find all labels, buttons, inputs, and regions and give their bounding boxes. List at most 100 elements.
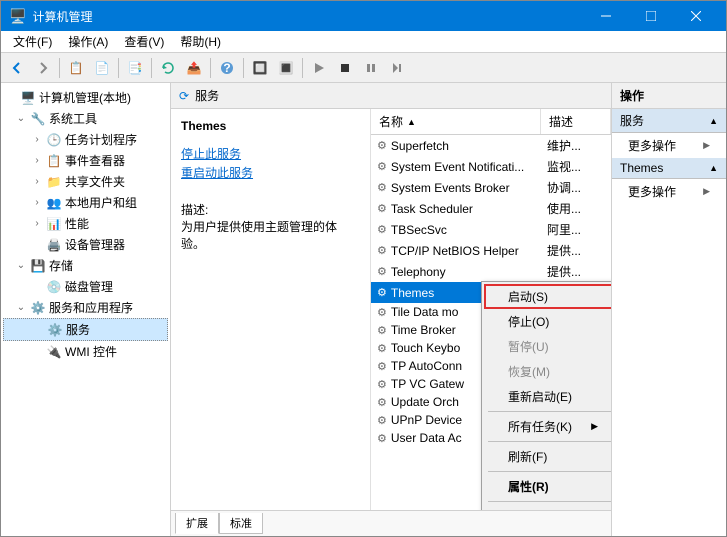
storage-icon: 💾 xyxy=(30,258,46,274)
context-stop[interactable]: 停止(O) xyxy=(484,309,611,334)
menu-help[interactable]: 帮助(H) xyxy=(172,31,229,52)
service-row[interactable]: ⚙TCP/IP NetBIOS Helper提供... xyxy=(371,240,611,261)
service-name-label: Tile Data mo xyxy=(391,305,459,319)
tree-shared-folders[interactable]: ›📁共享文件夹 xyxy=(3,171,168,192)
gear-icon: ⚙ xyxy=(377,360,387,373)
service-name-label: System Event Notificati... xyxy=(391,160,524,174)
filter2-button[interactable]: 🔳 xyxy=(274,56,298,80)
action-section-themes[interactable]: Themes▲ xyxy=(612,158,726,179)
help-button[interactable]: ? xyxy=(215,56,239,80)
chevron-right-icon: ▶ xyxy=(703,186,710,197)
gear-icon: ⚙ xyxy=(377,396,387,409)
column-name[interactable]: 名称▲ xyxy=(371,109,541,134)
service-row[interactable]: ⚙TBSecSvc阿里... xyxy=(371,219,611,240)
restart-service-link[interactable]: 重启动此服务 xyxy=(181,164,360,181)
service-name-label: TP VC Gatew xyxy=(391,377,464,391)
context-refresh[interactable]: 刷新(F) xyxy=(484,444,611,469)
chevron-up-icon: ▲ xyxy=(709,163,718,173)
back-button[interactable] xyxy=(5,56,29,80)
show-hide-tree-button[interactable]: 📋 xyxy=(64,56,88,80)
restart-button[interactable] xyxy=(385,56,409,80)
service-name-label: System Events Broker xyxy=(391,181,510,195)
export-button[interactable]: 📑 xyxy=(123,56,147,80)
context-help[interactable]: 帮助(H) xyxy=(484,504,611,510)
disk-icon: 💿 xyxy=(46,279,62,295)
computer-icon: 🖥️ xyxy=(20,90,36,106)
context-resume[interactable]: 恢复(M) xyxy=(484,359,611,384)
service-name-label: Task Scheduler xyxy=(391,202,473,216)
tab-standard[interactable]: 标准 xyxy=(219,513,263,534)
context-all-tasks[interactable]: 所有任务(K)▶ xyxy=(484,414,611,439)
service-row[interactable]: ⚙System Events Broker协调... xyxy=(371,177,611,198)
tree-local-users[interactable]: ›👥本地用户和组 xyxy=(3,192,168,213)
app-icon: 🖥️ xyxy=(9,8,26,25)
service-name-label: TBSecSvc xyxy=(391,223,447,237)
actions-panel: 操作 服务▲ 更多操作▶ Themes▲ 更多操作▶ xyxy=(611,83,726,536)
tree-system-tools[interactable]: ⌄🔧系统工具 xyxy=(3,108,168,129)
perf-icon: 📊 xyxy=(46,216,62,232)
forward-button[interactable] xyxy=(31,56,55,80)
tree-panel: 🖥️计算机管理(本地) ⌄🔧系统工具 ›🕒任务计划程序 ›📋事件查看器 ›📁共享… xyxy=(1,83,171,536)
stop-service-link[interactable]: 停止此服务 xyxy=(181,145,360,162)
tree-storage[interactable]: ⌄💾存储 xyxy=(3,255,168,276)
refresh-button[interactable] xyxy=(156,56,180,80)
menu-action[interactable]: 操作(A) xyxy=(60,31,116,52)
event-icon: 📋 xyxy=(46,153,62,169)
service-row[interactable]: ⚙Task Scheduler使用... xyxy=(371,198,611,219)
description-label: 描述: xyxy=(181,201,360,218)
gear-icon: ⚙ xyxy=(377,286,387,299)
close-button[interactable] xyxy=(673,1,718,31)
svg-text:?: ? xyxy=(223,61,230,75)
properties-button[interactable]: 📄 xyxy=(90,56,114,80)
wrench-icon: 🔧 xyxy=(30,111,46,127)
service-name-label: Superfetch xyxy=(391,139,449,153)
service-name-label: Telephony xyxy=(391,265,446,279)
tree-device-manager[interactable]: 🖨️设备管理器 xyxy=(3,234,168,255)
chevron-right-icon: ▶ xyxy=(591,421,598,432)
export-list-button[interactable]: 📤 xyxy=(182,56,206,80)
device-icon: 🖨️ xyxy=(46,237,62,253)
service-row[interactable]: ⚙Telephony提供... xyxy=(371,261,611,282)
window-title: 计算机管理 xyxy=(32,8,583,25)
play-button[interactable] xyxy=(307,56,331,80)
service-desc-label: 提供... xyxy=(547,263,581,280)
service-name-label: TP AutoConn xyxy=(391,359,462,373)
filter-button[interactable]: 🔲 xyxy=(248,56,272,80)
gear-icon: ⚙ xyxy=(377,139,387,152)
tree-disk-mgmt[interactable]: 💿磁盘管理 xyxy=(3,276,168,297)
action-section-services[interactable]: 服务▲ xyxy=(612,109,726,133)
context-start[interactable]: 启动(S) xyxy=(484,284,611,309)
stop-button[interactable] xyxy=(333,56,357,80)
action-more-services[interactable]: 更多操作▶ xyxy=(612,133,726,158)
maximize-button[interactable] xyxy=(628,1,673,31)
tab-extended[interactable]: 扩展 xyxy=(175,513,219,534)
tree-wmi[interactable]: 🔌WMI 控件 xyxy=(3,341,168,362)
action-more-themes[interactable]: 更多操作▶ xyxy=(612,179,726,204)
selected-service-name: Themes xyxy=(181,119,360,133)
column-desc[interactable]: 描述 xyxy=(541,109,611,134)
actions-header: 操作 xyxy=(612,83,726,109)
context-pause[interactable]: 暂停(U) xyxy=(484,334,611,359)
tree-task-scheduler[interactable]: ›🕒任务计划程序 xyxy=(3,129,168,150)
service-row[interactable]: ⚙System Event Notificati...监视... xyxy=(371,156,611,177)
tree-performance[interactable]: ›📊性能 xyxy=(3,213,168,234)
tree-root[interactable]: 🖥️计算机管理(本地) xyxy=(3,87,168,108)
menu-view[interactable]: 查看(V) xyxy=(116,31,172,52)
pause-button[interactable] xyxy=(359,56,383,80)
service-name-label: Themes xyxy=(391,286,434,300)
description-text: 为用户提供使用主题管理的体验。 xyxy=(181,218,360,252)
service-row[interactable]: ⚙Superfetch维护... xyxy=(371,135,611,156)
menu-file[interactable]: 文件(F) xyxy=(5,31,60,52)
titlebar: 🖥️ 计算机管理 xyxy=(1,1,726,31)
tree-services-apps[interactable]: ⌄⚙️服务和应用程序 xyxy=(3,297,168,318)
detail-panel: Themes 停止此服务 重启动此服务 描述: 为用户提供使用主题管理的体验。 xyxy=(171,109,371,510)
minimize-button[interactable] xyxy=(583,1,628,31)
gear-icon: ⚙ xyxy=(377,306,387,319)
context-restart[interactable]: 重新启动(E) xyxy=(484,384,611,409)
service-name-label: Touch Keybo xyxy=(391,341,460,355)
tree-services[interactable]: ⚙️服务 xyxy=(3,318,168,341)
main-panel: ⟳ 服务 Themes 停止此服务 重启动此服务 描述: 为用户提供使用主题管理… xyxy=(171,83,611,536)
service-name-label: Time Broker xyxy=(391,323,456,337)
tree-event-viewer[interactable]: ›📋事件查看器 xyxy=(3,150,168,171)
context-properties[interactable]: 属性(R) xyxy=(484,474,611,499)
